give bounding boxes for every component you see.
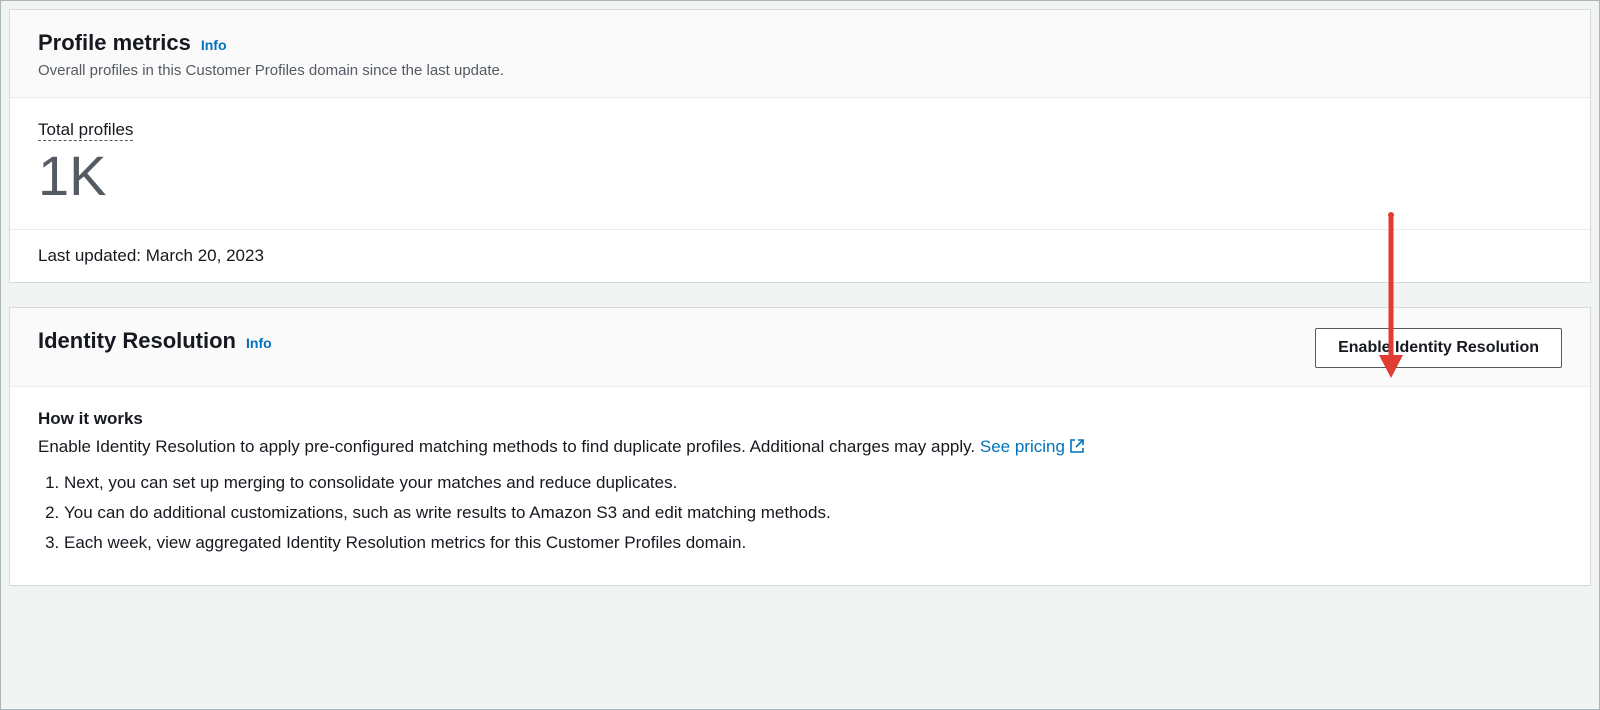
- profile-metrics-panel: Profile metrics Info Overall profiles in…: [9, 9, 1591, 283]
- identity-resolution-header: Identity Resolution Info Enable Identity…: [10, 308, 1590, 387]
- enable-identity-resolution-button[interactable]: Enable Identity Resolution: [1315, 328, 1562, 368]
- step-item: Each week, view aggregated Identity Reso…: [64, 533, 1562, 553]
- identity-resolution-panel: Identity Resolution Info Enable Identity…: [9, 307, 1591, 586]
- step-item: Next, you can set up merging to consolid…: [64, 473, 1562, 493]
- profile-metrics-body: Total profiles 1K: [10, 98, 1590, 230]
- how-it-works-title: How it works: [38, 409, 1562, 429]
- total-profiles-value: 1K: [38, 145, 1562, 207]
- identity-resolution-title: Identity Resolution: [38, 328, 236, 354]
- last-updated-value: March 20, 2023: [146, 246, 264, 265]
- how-it-works-text: Enable Identity Resolution to apply pre-…: [38, 437, 980, 456]
- how-it-works-description: Enable Identity Resolution to apply pre-…: [38, 437, 1562, 459]
- see-pricing-link[interactable]: See pricing: [980, 437, 1085, 456]
- total-profiles-label: Total profiles: [38, 120, 133, 141]
- profile-metrics-subtitle: Overall profiles in this Customer Profil…: [38, 62, 504, 79]
- last-updated-prefix: Last updated:: [38, 246, 146, 265]
- external-link-icon: [1069, 438, 1085, 459]
- profile-metrics-title: Profile metrics: [38, 30, 191, 56]
- identity-resolution-body: How it works Enable Identity Resolution …: [10, 387, 1590, 585]
- how-it-works-steps: Next, you can set up merging to consolid…: [38, 473, 1562, 553]
- see-pricing-label: See pricing: [980, 437, 1065, 456]
- last-updated-row: Last updated: March 20, 2023: [10, 230, 1590, 282]
- profile-metrics-info-link[interactable]: Info: [201, 37, 227, 53]
- step-item: You can do additional customizations, su…: [64, 503, 1562, 523]
- profile-metrics-header: Profile metrics Info Overall profiles in…: [10, 10, 1590, 98]
- identity-resolution-info-link[interactable]: Info: [246, 335, 272, 351]
